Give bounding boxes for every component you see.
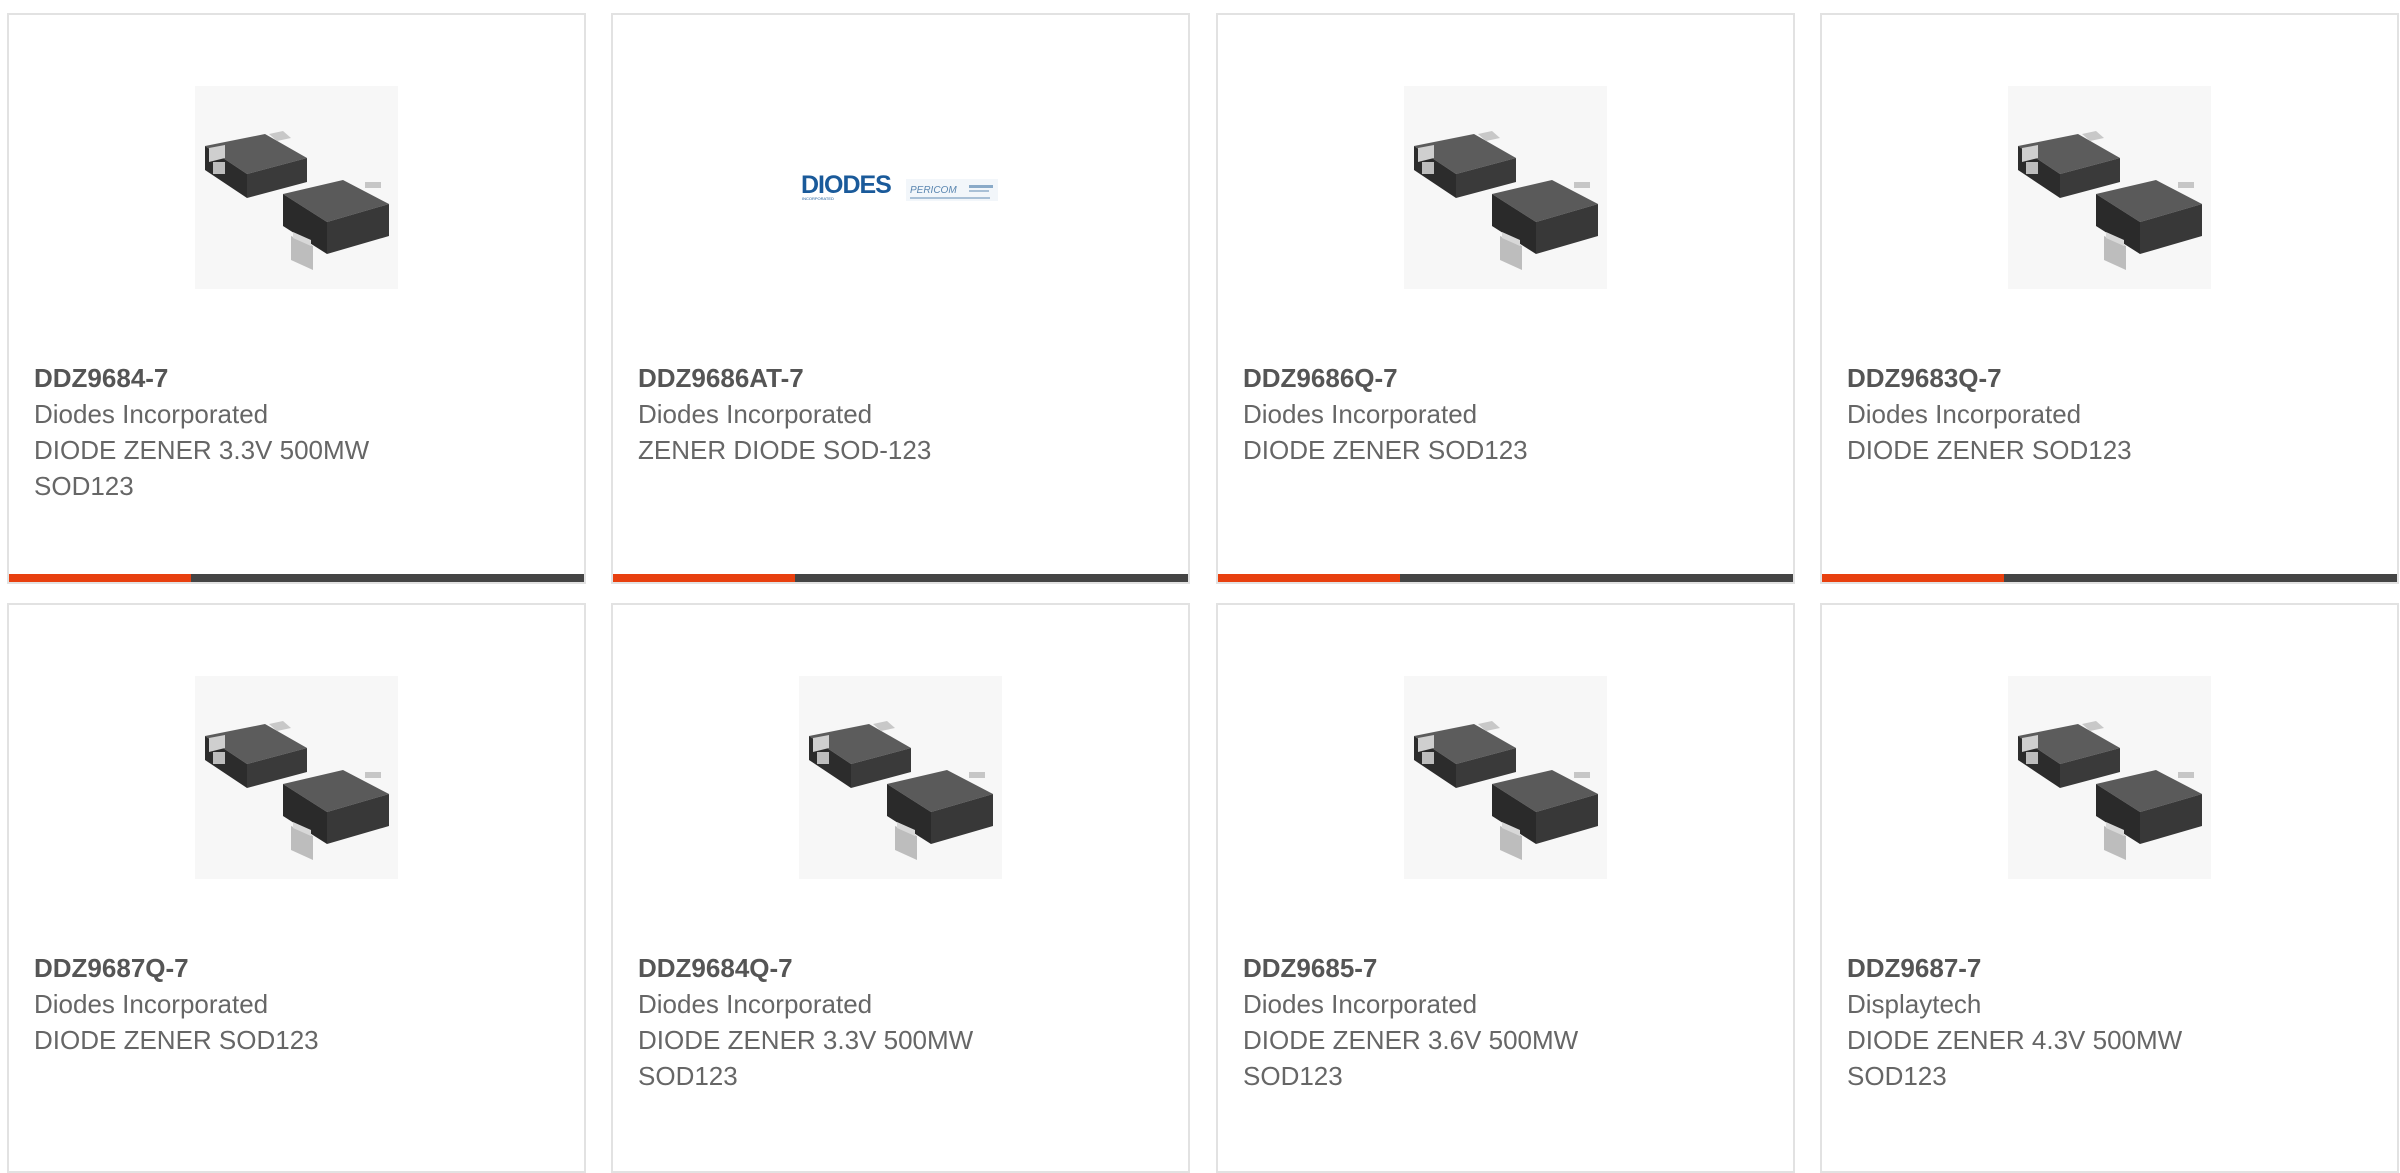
manufacturer: Diodes Incorporated <box>638 989 873 1019</box>
product-image[interactable] <box>2008 86 2211 289</box>
manufacturer: Diodes Incorporated <box>1847 399 2082 429</box>
description: DIODE ZENER 3.6V 500MW SOD123 <box>1243 1025 1579 1091</box>
description: DIODE ZENER SOD123 <box>1243 435 1528 465</box>
product-info: DDZ9683Q-7 Diodes Incorporated DIODE ZEN… <box>1847 360 2377 468</box>
product-card[interactable]: DDZ9684-7 Diodes Incorporated DIODE ZENE… <box>7 13 586 584</box>
manufacturer: Diodes Incorporated <box>34 399 269 429</box>
product-card[interactable]: DDZ9686Q-7 Diodes Incorporated DIODE ZEN… <box>1216 13 1795 584</box>
card-accent <box>1218 574 1400 582</box>
product-image[interactable] <box>1404 676 1607 879</box>
part-number[interactable]: DDZ9686Q-7 <box>1243 360 1773 396</box>
description: DIODE ZENER SOD123 <box>34 1025 319 1055</box>
part-number[interactable]: DDZ9687Q-7 <box>34 950 564 986</box>
part-number[interactable]: DDZ9686AT-7 <box>638 360 1168 396</box>
product-card[interactable]: DIODES INCORPORATED PERICOM DDZ9686AT-7 … <box>611 13 1190 584</box>
sod123-package-image <box>195 86 398 289</box>
sod123-package-image <box>799 676 1002 879</box>
product-info: DDZ9684Q-7 Diodes Incorporated DIODE ZEN… <box>638 950 1168 1094</box>
product-info: DDZ9686Q-7 Diodes Incorporated DIODE ZEN… <box>1243 360 1773 468</box>
manufacturer: Displaytech <box>1847 989 1982 1019</box>
description: DIODE ZENER 3.3V 500MW SOD123 <box>638 1025 974 1091</box>
sod123-package-image <box>1404 86 1607 289</box>
logo-text-2: PERICOM <box>910 185 957 196</box>
card-accent <box>613 574 795 582</box>
card-progress-bar <box>9 574 584 582</box>
product-grid: DDZ9684-7 Diodes Incorporated DIODE ZENE… <box>0 0 2400 1173</box>
part-number[interactable]: DDZ9685-7 <box>1243 950 1773 986</box>
card-progress-bar <box>1218 574 1793 582</box>
product-image[interactable] <box>1404 86 1607 289</box>
description: DIODE ZENER 4.3V 500MW SOD123 <box>1847 1025 2183 1091</box>
sod123-package-image <box>2008 86 2211 289</box>
sod123-package-image <box>195 676 398 879</box>
product-info: DDZ9684-7 Diodes Incorporated DIODE ZENE… <box>34 360 564 504</box>
part-number[interactable]: DDZ9683Q-7 <box>1847 360 2377 396</box>
logo-text: DIODES <box>801 171 891 199</box>
product-image[interactable] <box>195 676 398 879</box>
description: DIODE ZENER 3.3V 500MW SOD123 <box>34 435 370 501</box>
manufacturer: Diodes Incorporated <box>638 399 873 429</box>
product-image[interactable] <box>799 676 1002 879</box>
part-number[interactable]: DDZ9684-7 <box>34 360 564 396</box>
manufacturer: Diodes Incorporated <box>1243 399 1478 429</box>
diodes-pericom-logo: DIODES INCORPORATED PERICOM <box>801 171 998 201</box>
product-card[interactable]: DDZ9687Q-7 Diodes Incorporated DIODE ZEN… <box>7 603 586 1173</box>
product-info: DDZ9687Q-7 Diodes Incorporated DIODE ZEN… <box>34 950 564 1058</box>
card-accent <box>1822 574 2004 582</box>
manufacturer: Diodes Incorporated <box>1243 989 1478 1019</box>
description: DIODE ZENER SOD123 <box>1847 435 2132 465</box>
product-card[interactable]: DDZ9684Q-7 Diodes Incorporated DIODE ZEN… <box>611 603 1190 1173</box>
sod123-package-image <box>2008 676 2211 879</box>
product-card[interactable]: DDZ9683Q-7 Diodes Incorporated DIODE ZEN… <box>1820 13 2399 584</box>
manufacturer: Diodes Incorporated <box>34 989 269 1019</box>
product-image[interactable] <box>195 86 398 289</box>
product-info: DDZ9686AT-7 Diodes Incorporated ZENER DI… <box>638 360 1168 468</box>
product-info: DDZ9687-7 Displaytech DIODE ZENER 4.3V 5… <box>1847 950 2377 1094</box>
part-number[interactable]: DDZ9687-7 <box>1847 950 2377 986</box>
product-image[interactable] <box>2008 676 2211 879</box>
card-progress-bar <box>1822 574 2397 582</box>
card-progress-bar <box>613 574 1188 582</box>
description: ZENER DIODE SOD-123 <box>638 435 932 465</box>
product-image[interactable]: DIODES INCORPORATED PERICOM <box>799 86 1002 289</box>
logo-subtext: INCORPORATED <box>802 196 834 201</box>
product-info: DDZ9685-7 Diodes Incorporated DIODE ZENE… <box>1243 950 1773 1094</box>
part-number[interactable]: DDZ9684Q-7 <box>638 950 1168 986</box>
product-card[interactable]: DDZ9687-7 Displaytech DIODE ZENER 4.3V 5… <box>1820 603 2399 1173</box>
product-card[interactable]: DDZ9685-7 Diodes Incorporated DIODE ZENE… <box>1216 603 1795 1173</box>
card-accent <box>9 574 191 582</box>
sod123-package-image <box>1404 676 1607 879</box>
